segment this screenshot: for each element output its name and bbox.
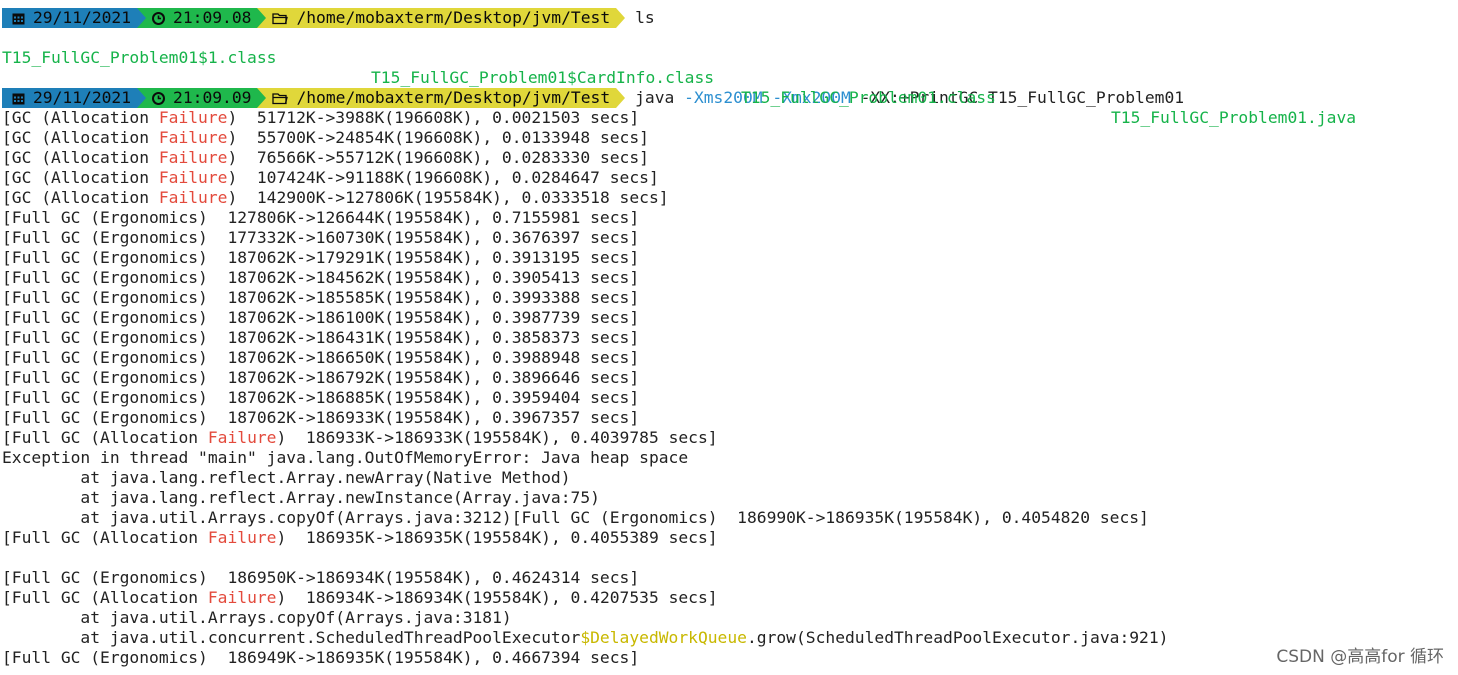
- log-text: [Full GC (Allocation: [2, 428, 208, 447]
- gc-log-line: [Full GC (Ergonomics) 187062K->186100K(1…: [2, 308, 640, 327]
- failure-keyword: Failure: [158, 188, 228, 207]
- failure-keyword: Failure: [207, 588, 277, 607]
- gc-log-line: [Full GC (Ergonomics) 187062K->186650K(1…: [2, 348, 640, 367]
- file-entry[interactable]: T15_FullGC_Problem01.java: [1111, 108, 1356, 128]
- log-text: [GC (Allocation: [2, 148, 159, 167]
- prompt-line: 29/11/2021 21:09.08 /home/mobaxterm/Desk…: [2, 8, 1452, 28]
- gc-log-line: [Full GC (Ergonomics) 186949K->186935K(1…: [2, 648, 640, 667]
- file-entry[interactable]: T15_FullGC_Problem01$CardInfo.class: [371, 68, 714, 88]
- failure-keyword: Failure: [158, 128, 228, 147]
- prompt-line: 29/11/2021 21:09.09 /home/mobaxterm/Desk…: [2, 88, 1452, 108]
- gc-log-line: [GC (Allocation Failure) 107424K->91188K…: [2, 168, 1452, 188]
- ls-output: T15_FullGC_Problem01$1.class T15_FullGC_…: [2, 28, 1452, 127]
- failure-keyword: Failure: [207, 528, 277, 547]
- stack-trace-line: at java.util.Arrays.copyOf(Arrays.java:3…: [2, 508, 1149, 527]
- gc-log-line: [Full GC (Ergonomics) 187062K->186933K(1…: [2, 408, 640, 427]
- prompt-path-segment: /home/mobaxterm/Desktop/jvm/Test: [266, 8, 617, 28]
- prompt-date-segment: 29/11/2021: [2, 8, 138, 28]
- gc-log-line: [Full GC (Allocation Failure) 186934K->1…: [2, 588, 1452, 608]
- file-entry[interactable]: T15_FullGC_Problem01.class: [741, 88, 996, 108]
- stack-trace-line: at java.lang.reflect.Array.newInstance(A…: [2, 488, 600, 507]
- separator-arrow: [257, 8, 267, 28]
- log-text: at java.util.concurrent.ScheduledThreadP…: [2, 628, 581, 647]
- folder-icon: [272, 92, 289, 104]
- csdn-watermark: CSDN @高高for 循环: [1276, 647, 1444, 667]
- gc-log-line: [Full GC (Allocation Failure) 186935K->1…: [2, 528, 1452, 548]
- log-text: ) 51712K->3988K(196608K), 0.0021503 secs…: [227, 108, 640, 127]
- exception-line: Exception in thread "main" java.lang.Out…: [2, 448, 689, 467]
- separator-arrow: [257, 88, 267, 108]
- log-text: ) 186935K->186935K(195584K), 0.4055389 s…: [276, 528, 718, 547]
- calendar-icon: [12, 93, 25, 104]
- failure-keyword: Failure: [158, 148, 228, 167]
- clock-icon: [152, 91, 166, 105]
- terminal-output[interactable]: 29/11/2021 21:09.08 /home/mobaxterm/Desk…: [2, 8, 1452, 668]
- failure-keyword: Failure: [158, 168, 228, 187]
- clock-icon: [152, 11, 166, 25]
- stack-trace-line: at java.util.concurrent.ScheduledThreadP…: [2, 628, 1452, 648]
- gc-log-line: [GC (Allocation Failure) 142900K->127806…: [2, 188, 1452, 208]
- gc-log-line: [Full GC (Ergonomics) 177332K->160730K(1…: [2, 228, 640, 247]
- gc-log-line: [Full GC (Ergonomics) 187062K->185585K(1…: [2, 288, 640, 307]
- log-text: ) 55700K->24854K(196608K), 0.0133948 sec…: [227, 128, 649, 147]
- prompt-date: 29/11/2021: [33, 8, 132, 27]
- log-text: [Full GC (Allocation: [2, 528, 208, 547]
- prompt-path-segment: /home/mobaxterm/Desktop/jvm/Test: [266, 88, 617, 108]
- prompt-time-segment: 21:09.09: [146, 88, 258, 108]
- separator-arrow: [137, 8, 147, 28]
- log-text: [GC (Allocation: [2, 128, 159, 147]
- gc-log-line: [Full GC (Ergonomics) 186950K->186934K(1…: [2, 568, 640, 587]
- log-text: [GC (Allocation: [2, 188, 159, 207]
- gc-log-line: [GC (Allocation Failure) 76566K->55712K(…: [2, 148, 1452, 168]
- gc-log-line: [Full GC (Ergonomics) 187062K->184562K(1…: [2, 268, 640, 287]
- prompt-time: 21:09.08: [173, 8, 252, 27]
- gc-log-line: [GC (Allocation Failure) 55700K->24854K(…: [2, 128, 1452, 148]
- calendar-icon: [12, 13, 25, 24]
- log-text: ) 76566K->55712K(196608K), 0.0283330 sec…: [227, 148, 649, 167]
- prompt-time: 21:09.09: [173, 88, 252, 107]
- log-text: ) 186933K->186933K(195584K), 0.4039785 s…: [276, 428, 718, 447]
- log-text: ) 107424K->91188K(196608K), 0.0284647 se…: [227, 168, 659, 187]
- log-text: ) 186934K->186934K(195584K), 0.4207535 s…: [276, 588, 718, 607]
- failure-keyword: Failure: [207, 428, 277, 447]
- inner-class-name: $DelayedWorkQueue: [580, 628, 747, 647]
- separator-arrow: [616, 8, 626, 28]
- file-entry[interactable]: T15_FullGC_Problem01$1.class: [2, 48, 276, 68]
- prompt-date: 29/11/2021: [33, 88, 132, 107]
- stack-trace-line: at java.util.Arrays.copyOf(Arrays.java:3…: [2, 608, 512, 627]
- gc-log-line: [Full GC (Ergonomics) 187062K->179291K(1…: [2, 248, 640, 267]
- stack-trace-line: at java.lang.reflect.Array.newArray(Nati…: [2, 468, 571, 487]
- command-text: ls: [635, 8, 655, 27]
- prompt-time-segment: 21:09.08: [146, 8, 258, 28]
- folder-icon: [272, 12, 289, 24]
- gc-log-line: [Full GC (Ergonomics) 187062K->186885K(1…: [2, 388, 640, 407]
- gc-log-line: [Full GC (Ergonomics) 187062K->186792K(1…: [2, 368, 640, 387]
- gc-log-line: [Full GC (Ergonomics) 187062K->186431K(1…: [2, 328, 640, 347]
- prompt-path: /home/mobaxterm/Desktop/jvm/Test: [296, 88, 611, 107]
- prompt-path: /home/mobaxterm/Desktop/jvm/Test: [296, 8, 611, 27]
- separator-arrow: [137, 88, 147, 108]
- failure-keyword: Failure: [158, 108, 228, 127]
- separator-arrow: [616, 88, 626, 108]
- gc-log-line: [Full GC (Allocation Failure) 186933K->1…: [2, 428, 1452, 448]
- log-text: .grow(ScheduledThreadPoolExecutor.java:9…: [746, 628, 1169, 647]
- log-text: [Full GC (Allocation: [2, 588, 208, 607]
- prompt-date-segment: 29/11/2021: [2, 88, 138, 108]
- log-text: [GC (Allocation: [2, 168, 159, 187]
- command-prefix: java: [635, 88, 685, 107]
- gc-log-line: [Full GC (Ergonomics) 127806K->126644K(1…: [2, 208, 640, 227]
- log-text: ) 142900K->127806K(195584K), 0.0333518 s…: [227, 188, 669, 207]
